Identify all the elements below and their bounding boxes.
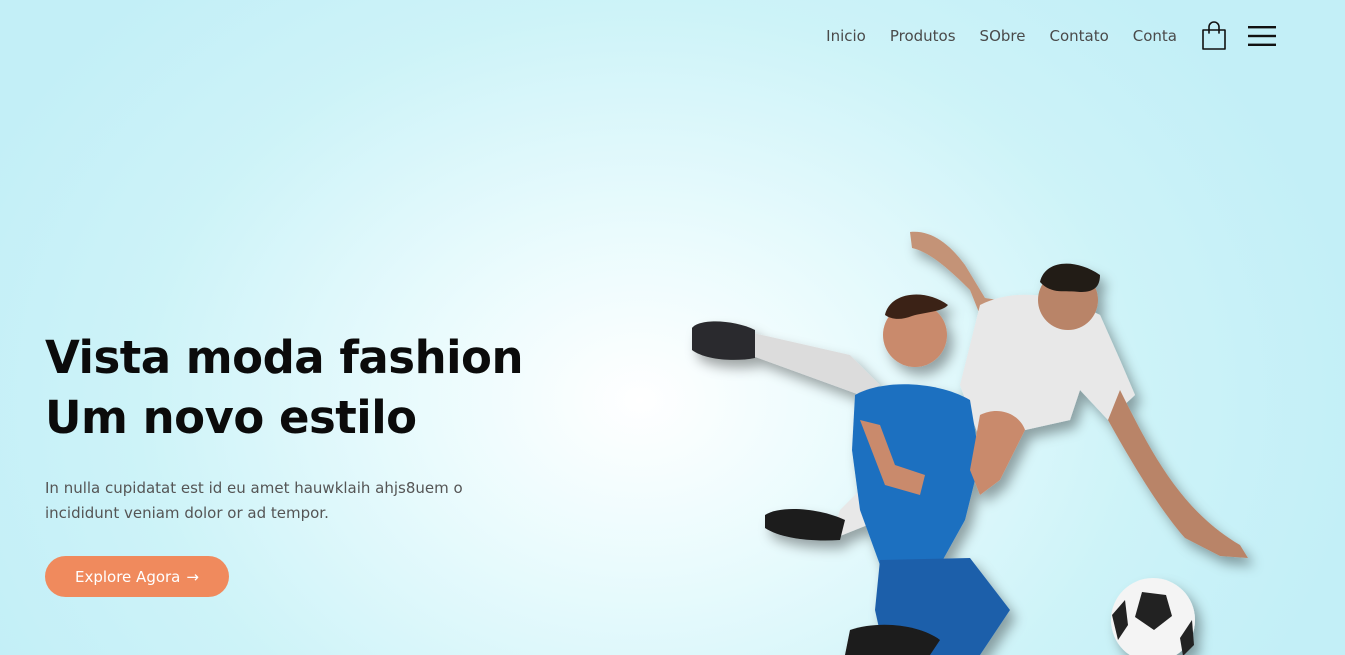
nav-link-inicio[interactable]: Inicio: [826, 22, 866, 50]
hero-title-line-1: Vista moda fashion: [45, 331, 523, 384]
explore-button[interactable]: Explore Agora →: [45, 556, 229, 597]
shopping-bag-icon[interactable]: [1201, 21, 1227, 51]
arrow-right-icon: →: [186, 567, 199, 586]
hamburger-menu-icon[interactable]: [1247, 23, 1277, 49]
main-nav: Inicio Produtos SObre Contato Conta: [826, 21, 1277, 51]
hero-description: In nulla cupidatat est id eu amet hauwkl…: [45, 479, 463, 522]
explore-button-label: Explore Agora: [75, 567, 181, 586]
nav-link-conta[interactable]: Conta: [1133, 22, 1177, 50]
nav-link-contato[interactable]: Contato: [1049, 22, 1108, 50]
soccer-players-image: [692, 231, 1248, 655]
hero-title: Vista moda fashion Um novo estilo: [45, 328, 605, 448]
hero-section: Vista moda fashion Um novo estilo In nul…: [45, 328, 605, 597]
nav-link-sobre[interactable]: SObre: [980, 22, 1026, 50]
nav-link-produtos[interactable]: Produtos: [890, 22, 956, 50]
hero-title-line-2: Um novo estilo: [45, 391, 417, 444]
